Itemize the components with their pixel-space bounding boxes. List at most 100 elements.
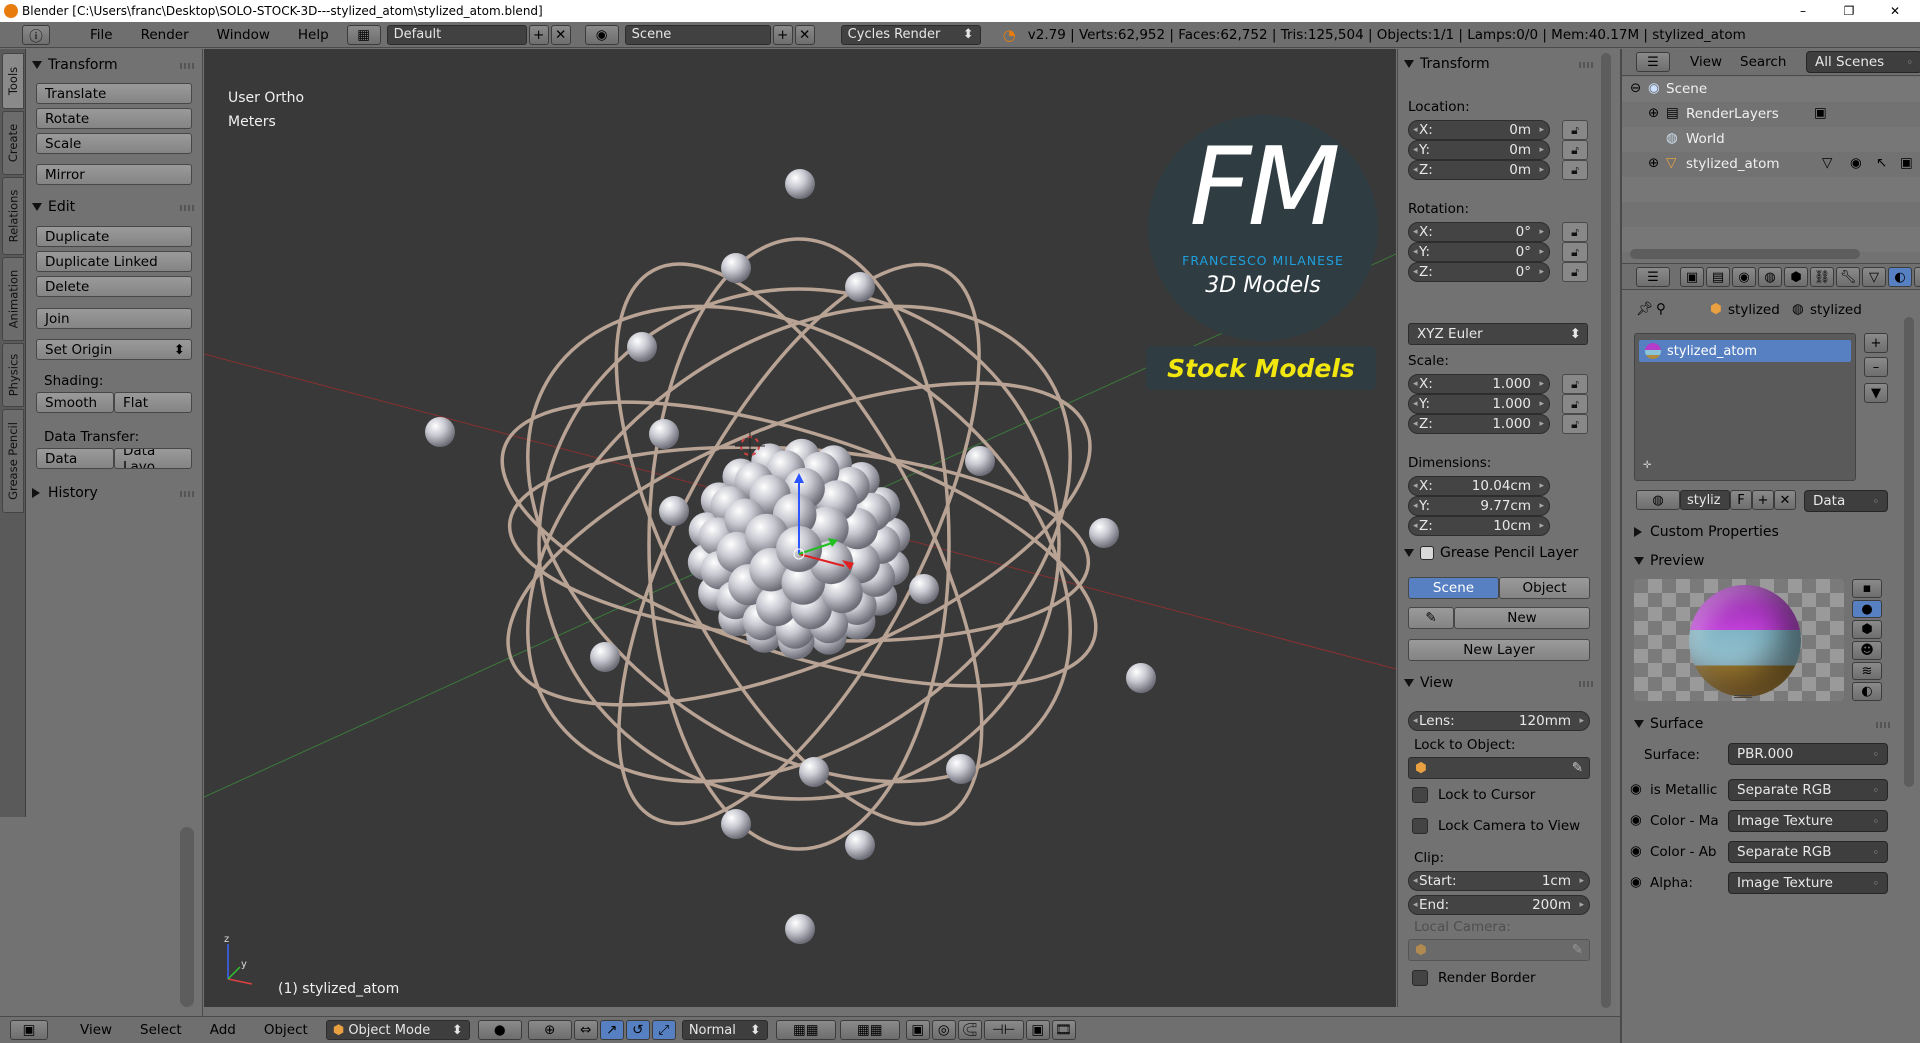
transform-orientation-dropdown[interactable]: Normal ⬍ [681, 1020, 768, 1040]
grease-pencil-checkbox[interactable] [1420, 546, 1434, 560]
scale-button[interactable]: Scale [36, 133, 192, 154]
outliner-item-stylized-atom[interactable]: stylized_atom [1686, 156, 1780, 172]
tab-tools[interactable]: Tools [2, 53, 24, 109]
outliner-item-world[interactable]: World [1686, 131, 1725, 147]
opengl-render-icon[interactable]: ▣ [1025, 1020, 1050, 1040]
minimize-button[interactable]: – [1780, 0, 1826, 22]
breadcrumb-material[interactable]: stylized [1810, 302, 1862, 318]
gp-new-button[interactable]: New [1454, 607, 1590, 629]
3d-editor-type-icon[interactable]: ▣ [10, 1020, 48, 1040]
gp-new-layer-button[interactable]: New Layer [1408, 639, 1590, 661]
menu-object[interactable]: Object [250, 1022, 322, 1038]
npanel-scrollbar[interactable] [1601, 53, 1611, 1008]
rotation-x-field[interactable]: X:0° [1408, 222, 1550, 242]
3d-viewport[interactable]: z y User Ortho Meters (1) stylized_atom … [204, 49, 1396, 1007]
gp-scene-tab[interactable]: Scene [1408, 577, 1499, 599]
drag-grip-icon[interactable] [180, 205, 194, 211]
lock-location-z-icon[interactable]: 🔓︎ [1562, 160, 1588, 180]
join-button[interactable]: Join [36, 308, 192, 329]
lock-rotation-y-icon[interactable]: 🔓︎ [1562, 242, 1588, 262]
scene-field[interactable]: Scene [624, 24, 771, 45]
gp-object-tab[interactable]: Object [1499, 577, 1590, 599]
fake-user-button[interactable]: F [1730, 490, 1752, 510]
rotation-mode-dropdown[interactable]: XYZ Euler ⬍ [1408, 323, 1588, 345]
drag-grip-icon[interactable] [180, 491, 194, 497]
lock-location-y-icon[interactable]: 🔓︎ [1562, 140, 1588, 160]
menu-render[interactable]: Render [127, 27, 203, 43]
properties-tab-scene-icon[interactable]: ◉ [1732, 267, 1756, 287]
close-button[interactable]: ✕ [1872, 0, 1918, 22]
list-filter-icon[interactable]: ✛ [1643, 460, 1651, 471]
viewport-shading-icon[interactable]: ● [477, 1020, 522, 1040]
drag-grip-icon[interactable] [1876, 722, 1890, 728]
outliner-item-renderlayers[interactable]: RenderLayers [1686, 106, 1779, 122]
lock-scale-x-icon[interactable]: 🔓︎ [1562, 374, 1588, 394]
outliner-filter-dropdown[interactable]: All Scenes [1806, 51, 1920, 73]
editor-type-info-icon[interactable]: ⓘ [22, 24, 50, 45]
preview-hair-icon[interactable]: ≋ [1852, 661, 1882, 681]
menu-window[interactable]: Window [203, 27, 284, 43]
outliner-hscrollbar[interactable] [1630, 249, 1860, 259]
operator-scrollbar[interactable] [180, 827, 194, 1007]
render-animation-icon[interactable]: 🎞︎ [1051, 1020, 1076, 1040]
menu-help[interactable]: Help [284, 27, 343, 43]
scale-manipulator-icon[interactable]: ⤢ [651, 1020, 676, 1040]
scene-selector-icon[interactable]: ◉ [584, 24, 619, 45]
properties-tab-mesh-data-icon[interactable]: ▽ [1862, 267, 1886, 287]
scale-x-field[interactable]: X:1.000 [1408, 374, 1550, 394]
rotate-manipulator-icon[interactable]: ↺ [625, 1020, 650, 1040]
renderable-camera-icon[interactable]: ▣ [1900, 155, 1913, 171]
tab-physics[interactable]: Physics [2, 343, 24, 407]
lock-object-field[interactable]: ⬢ ✎ [1408, 757, 1590, 779]
surface-header[interactable]: Surface [1634, 714, 1703, 734]
custom-properties-header[interactable]: Custom Properties [1634, 522, 1779, 542]
material-browse-icon[interactable]: ◍ [1636, 490, 1680, 510]
duplicate-button[interactable]: Duplicate [36, 226, 192, 247]
resize-grip-icon[interactable] [1734, 695, 1752, 699]
material-slot-item[interactable]: stylized_atom [1639, 340, 1851, 362]
scale-y-field[interactable]: Y:1.000 [1408, 394, 1550, 414]
outliner-search-menu[interactable]: Search [1740, 54, 1786, 70]
preview-header[interactable]: Preview [1634, 551, 1705, 571]
lock-rotation-z-icon[interactable]: 🔓︎ [1562, 262, 1588, 282]
dimensions-x-field[interactable]: X:10.04cm [1408, 476, 1550, 496]
lock-to-cursor-checkbox[interactable] [1412, 787, 1428, 803]
preview-flat-icon[interactable]: ▪ [1852, 579, 1882, 598]
input-socket-icon[interactable]: ◉ [1630, 874, 1642, 890]
drag-grip-icon[interactable] [1579, 681, 1593, 687]
collapse-icon[interactable]: ⊖ [1630, 80, 1641, 96]
properties-tab-modifiers-icon[interactable]: 🔧︎ [1836, 267, 1860, 287]
translate-manipulator-icon[interactable]: ↗ [599, 1020, 624, 1040]
location-y-field[interactable]: Y:0m [1408, 140, 1550, 160]
clip-start-field[interactable]: Start:1cm [1408, 871, 1590, 891]
preview-world-icon[interactable]: ◐ [1852, 682, 1882, 702]
lock-camera-checkbox[interactable] [1412, 818, 1428, 834]
properties-tab-render-icon[interactable]: ▣ [1680, 267, 1704, 287]
n-transform-header[interactable]: Transform [1404, 54, 1490, 74]
pivot-point-icon[interactable]: ⊕ [527, 1020, 572, 1040]
material-preview[interactable] [1634, 579, 1844, 701]
mirror-button[interactable]: Mirror [36, 164, 192, 185]
eyedropper-icon[interactable]: ✎ [1572, 760, 1583, 776]
lock-scale-y-icon[interactable]: 🔓︎ [1562, 394, 1588, 414]
tab-animation[interactable]: Animation [2, 257, 24, 341]
tab-grease-pencil[interactable]: Grease Pencil [2, 409, 24, 513]
menu-file[interactable]: File [76, 27, 127, 43]
properties-tab-world-icon[interactable]: ◍ [1758, 267, 1782, 287]
material-name-field[interactable]: styliz [1680, 490, 1730, 510]
location-x-field[interactable]: X:0m [1408, 120, 1550, 140]
snap-toggle-icon[interactable]: 🧲︎ [957, 1020, 982, 1040]
lock-location-x-icon[interactable]: 🔓︎ [1562, 120, 1588, 140]
dimensions-y-field[interactable]: Y:9.77cm [1408, 496, 1550, 516]
remove-screen-icon[interactable]: ✕ [550, 24, 571, 45]
outliner-item-scene[interactable]: Scene [1666, 81, 1707, 97]
selectable-cursor-icon[interactable]: ↖ [1876, 155, 1887, 171]
scene-link-icon[interactable]: ⚲ [1656, 301, 1666, 317]
add-slot-icon[interactable]: + [1864, 333, 1888, 353]
manipulator-toggle-icon[interactable]: ⇔ [573, 1020, 598, 1040]
lock-scale-z-icon[interactable]: 🔓︎ [1562, 414, 1588, 434]
proportional-edit-icon[interactable]: ◎ [931, 1020, 956, 1040]
scale-z-field[interactable]: Z:1.000 [1408, 414, 1550, 434]
drag-grip-icon[interactable] [180, 63, 194, 69]
view-panel-header[interactable]: View [1404, 673, 1453, 693]
